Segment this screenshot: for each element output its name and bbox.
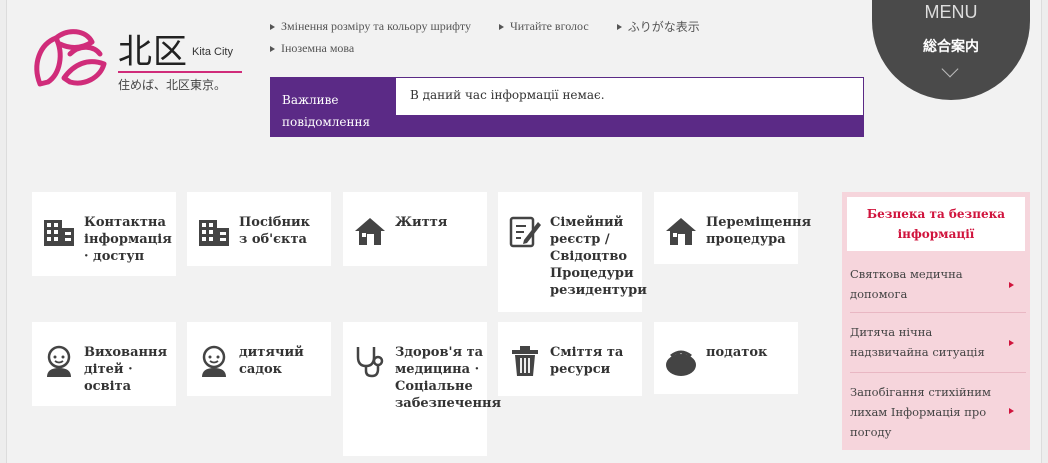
menu-label-en: MENU xyxy=(924,2,978,22)
baby-icon xyxy=(202,345,226,377)
tile-tax[interactable]: податок xyxy=(654,322,798,394)
triangle-right-icon xyxy=(270,45,275,52)
chevron-down-icon xyxy=(941,60,959,78)
sidebar-item-label: Дитяча нічна надзвичайна ситуація xyxy=(850,325,985,359)
furigana-label: ふりがな表示 xyxy=(627,20,700,34)
tile-childcare-education[interactable]: Виховання дітей · освіта xyxy=(32,322,176,406)
tile-facility-guide[interactable]: Посібник з об'єкта xyxy=(187,192,331,266)
sidebar-header[interactable]: Безпека та безпека інформації xyxy=(847,197,1025,251)
foreign-language-link[interactable]: Іноземна мова xyxy=(270,41,354,56)
stethoscope-icon xyxy=(356,347,384,378)
purse-icon xyxy=(666,350,696,376)
safety-sidebar: Безпека та безпека інформації Святкова м… xyxy=(842,192,1030,450)
house-icon xyxy=(355,218,385,245)
tile-contact-access[interactable]: Контактна інформація · доступ xyxy=(32,192,176,276)
logo-kita-city-text: Kita City xyxy=(192,46,233,58)
tile-label: податок xyxy=(706,345,768,360)
tile-label: Контактна інформація · доступ xyxy=(84,215,172,264)
building-icon xyxy=(44,220,74,246)
sidebar-item-label: Святкова медична допомога xyxy=(850,267,963,301)
tile-life[interactable]: Життя xyxy=(343,192,487,266)
tile-label: дитячий садок xyxy=(239,345,304,377)
notice-label: Важливе повідомлення xyxy=(270,77,395,137)
kita-city-logo[interactable]: 北区 Kita City 住めば、北区東京。 xyxy=(30,24,250,99)
foreign-language-label: Іноземна мова xyxy=(281,41,355,55)
sidebar-item-disaster-weather[interactable]: Запобігання стихійним лихам Інформація п… xyxy=(850,382,1026,442)
menu-label-ja: 総合案内 xyxy=(923,39,979,55)
notice-text: В даний час інформації немає. xyxy=(395,77,864,137)
kita-flower-logo-icon xyxy=(34,29,107,87)
tile-family-register[interactable]: Сімейний реєстр / Свідоцтво Процедури ре… xyxy=(498,192,647,312)
sidebar-item-holiday-medical[interactable]: Святкова медична допомога xyxy=(850,264,1026,304)
document-pen-icon xyxy=(509,216,541,248)
read-aloud-link[interactable]: Читайте вголос xyxy=(499,18,589,35)
house-icon xyxy=(666,218,696,245)
tile-moving-procedure[interactable]: Переміщення процедура xyxy=(654,192,811,264)
triangle-right-icon xyxy=(616,23,622,30)
sidebar-item-child-night-emergency[interactable]: Дитяча нічна надзвичайна ситуація xyxy=(850,322,1026,362)
font-resize-link[interactable]: Змінення розміру та кольору шрифту xyxy=(270,18,471,35)
tile-label: Сімейний реєстр / Свідоцтво Процедури ре… xyxy=(550,215,647,298)
read-aloud-label: Читайте вголос xyxy=(510,19,589,33)
tile-label: Переміщення процедура xyxy=(706,215,812,247)
triangle-right-icon xyxy=(270,23,275,30)
tile-label: Посібник з об'єкта xyxy=(239,215,311,247)
tile-kindergarten[interactable]: дитячий садок xyxy=(187,322,331,396)
building-icon xyxy=(199,220,229,246)
furigana-link[interactable]: ふりがな表示 xyxy=(616,18,700,35)
divider xyxy=(850,312,1026,313)
triangle-right-icon xyxy=(1009,408,1014,414)
important-notice: Важливе повідомлення В даний час інформа… xyxy=(270,77,864,137)
tile-label: Життя xyxy=(395,215,448,230)
tile-label: Здоров'я та медицина · Соціальне забезпе… xyxy=(395,345,502,411)
font-resize-label: Змінення розміру та кольору шрифту xyxy=(281,19,471,33)
logo-kanji-text: 北区 xyxy=(118,32,188,72)
trash-icon xyxy=(512,346,538,376)
triangle-right-icon xyxy=(499,23,504,30)
logo-tagline: 住めば、北区東京。 xyxy=(118,78,227,92)
tile-garbage-resources[interactable]: Сміття та ресурси xyxy=(498,322,642,396)
triangle-right-icon xyxy=(1009,340,1014,346)
divider xyxy=(850,372,1026,373)
tile-label: Виховання дітей · освіта xyxy=(84,345,168,394)
baby-icon xyxy=(47,345,71,377)
utility-links: Змінення розміру та кольору шрифту Читай… xyxy=(270,18,700,62)
tile-label: Сміття та ресурси xyxy=(550,345,624,377)
triangle-right-icon xyxy=(1009,282,1014,288)
logo-underline xyxy=(118,71,242,73)
sidebar-item-label: Запобігання стихійним лихам Інформація п… xyxy=(850,385,991,439)
tile-health-welfare[interactable]: Здоров'я та медицина · Соціальне забезпе… xyxy=(343,322,501,456)
